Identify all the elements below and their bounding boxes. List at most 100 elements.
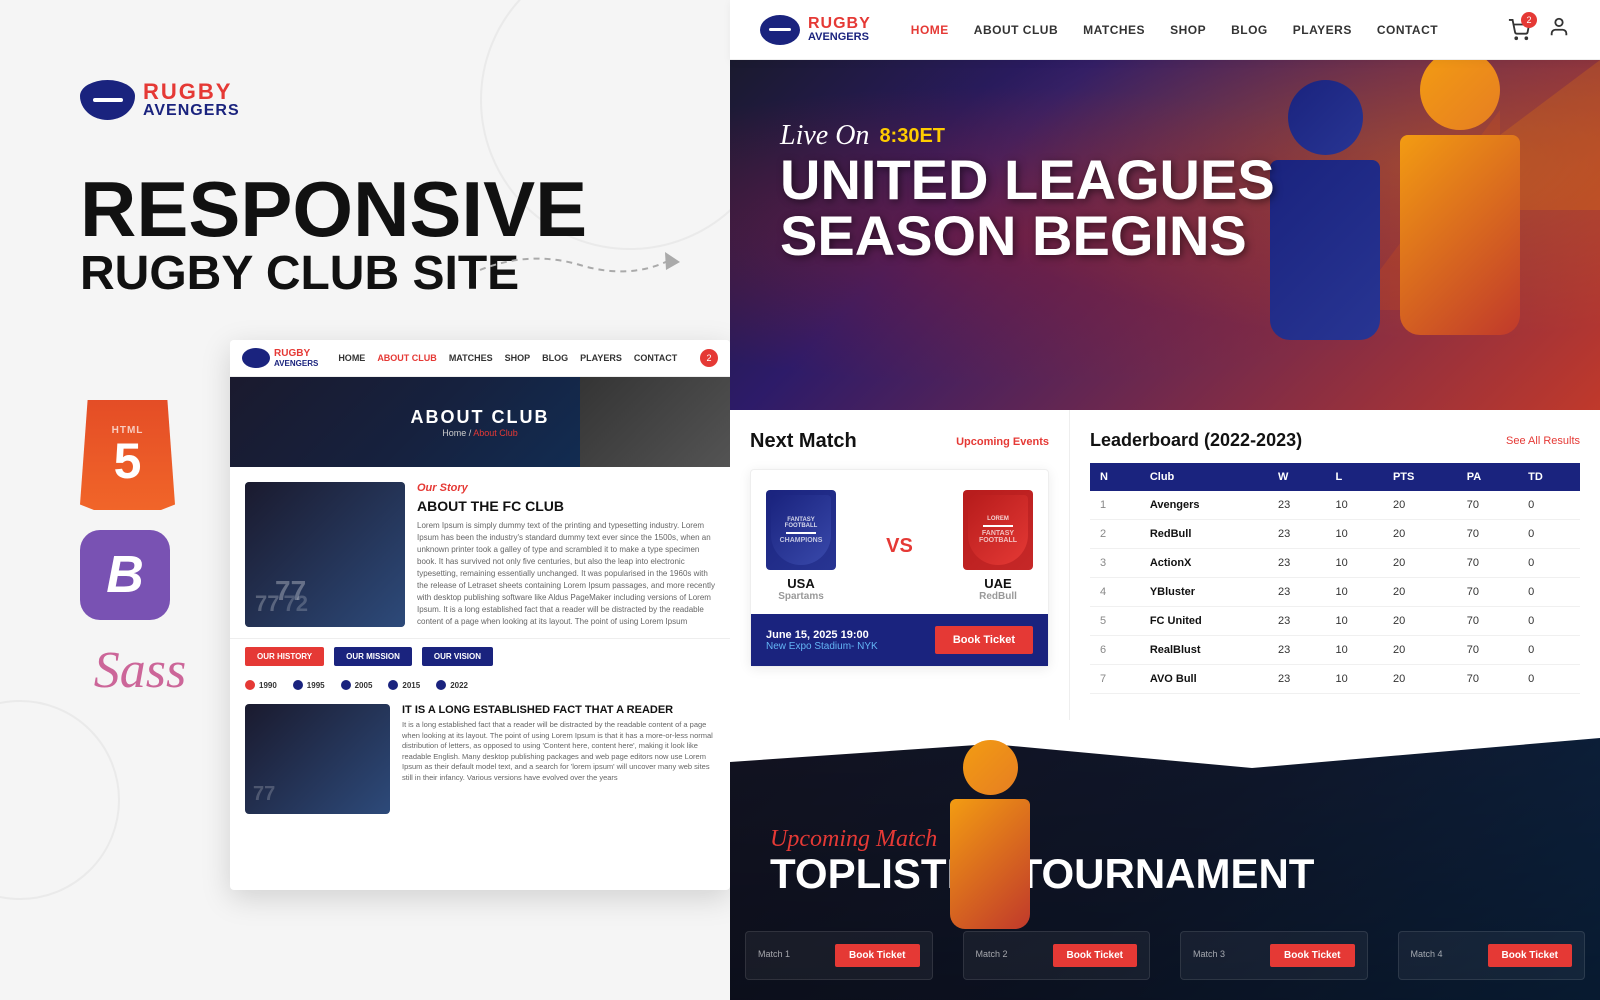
cell-pa: 70 <box>1457 665 1518 694</box>
sass-text: Sass <box>94 641 186 700</box>
mini-team-info-1: Match 1 <box>758 949 790 963</box>
left-panel: RUGBY AVENGERS RESPONSIVE RUGBY CLUB SIT… <box>0 0 730 1000</box>
player2-body <box>1270 160 1380 340</box>
match-datetime-venue: June 15, 2025 19:00 New Expo Stadium- NY… <box>766 629 878 652</box>
mini-team-info-3: Match 3 <box>1193 949 1225 963</box>
see-all-results-link[interactable]: See All Results <box>1506 435 1580 447</box>
history-image: 77 <box>245 704 390 814</box>
leaderboard-header: Leaderboard (2022-2023) See All Results <box>1090 430 1580 451</box>
our-story-label: Our Story <box>417 482 715 494</box>
about-hero-image <box>580 377 730 467</box>
nav-matches-small[interactable]: MATCHES <box>449 353 493 363</box>
table-row: 6 RealBlust 23 10 20 70 0 <box>1090 636 1580 665</box>
dot-2005 <box>341 680 351 690</box>
col-pts: PTS <box>1383 463 1457 491</box>
col-pa: PA <box>1457 463 1518 491</box>
nav-matches[interactable]: MATCHES <box>1083 23 1145 37</box>
mini-book-btn-3[interactable]: Book Ticket <box>1270 944 1355 967</box>
cell-n: 6 <box>1090 636 1140 665</box>
cell-w: 23 <box>1268 636 1325 665</box>
main-ball-icon <box>760 15 800 45</box>
about-hero-title: ABOUT CLUB <box>411 407 550 428</box>
hero-title: UNITED LEAGUES SEASON BEGINS <box>780 152 1275 264</box>
small-cart-icon[interactable]: 2 <box>700 349 718 367</box>
col-club: Club <box>1140 463 1268 491</box>
col-td: TD <box>1518 463 1580 491</box>
tab-our-vision[interactable]: OUR VISION <box>422 647 493 666</box>
mini-book-btn-1[interactable]: Book Ticket <box>835 944 920 967</box>
dot-1990 <box>245 680 255 690</box>
cell-l: 10 <box>1326 636 1383 665</box>
dp1-body <box>950 799 1030 929</box>
logo-rugby: RUGBY <box>143 81 240 103</box>
nav-home-small[interactable]: HOME <box>338 353 365 363</box>
nav-blog-small[interactable]: BLOG <box>542 353 568 363</box>
table-row: 1 Avengers 23 10 20 70 0 <box>1090 491 1580 520</box>
tech-icons-list: HTML 5 B Sass <box>80 400 200 700</box>
main-avengers-label: AVENGERS <box>808 32 871 43</box>
main-nav[interactable]: HOME ABOUT CLUB MATCHES SHOP BLOG PLAYER… <box>911 23 1438 37</box>
mini-team-info-2: Match 2 <box>976 949 1008 963</box>
cell-n: 5 <box>1090 607 1140 636</box>
hero-title-line1: UNITED LEAGUES <box>780 152 1275 208</box>
cell-club: Avengers <box>1140 491 1268 520</box>
cell-w: 23 <box>1268 491 1325 520</box>
book-ticket-button[interactable]: Book Ticket <box>935 626 1033 654</box>
mini-match-card-3: Match 3 Book Ticket <box>1180 931 1368 980</box>
main-rugby-label: RUGBY <box>808 16 871 32</box>
cell-l: 10 <box>1326 578 1383 607</box>
nav-players[interactable]: PLAYERS <box>1293 23 1352 37</box>
cell-td: 0 <box>1518 520 1580 549</box>
next-match-header: Next Match Upcoming Events <box>750 430 1049 453</box>
shield-divider <box>786 532 816 534</box>
nav-home[interactable]: HOME <box>911 23 949 37</box>
cart-button[interactable]: 2 <box>1505 16 1533 44</box>
nav-players-small[interactable]: PLAYERS <box>580 353 622 363</box>
main-logo: RUGBY AVENGERS <box>760 15 871 45</box>
about-tabs[interactable]: OUR HISTORY OUR MISSION OUR VISION <box>230 638 730 674</box>
nav-blog[interactable]: BLOG <box>1231 23 1268 37</box>
user-icon[interactable] <box>1548 16 1570 43</box>
cell-td: 0 <box>1518 607 1580 636</box>
table-row: 4 YBluster 23 10 20 70 0 <box>1090 578 1580 607</box>
cell-l: 10 <box>1326 607 1383 636</box>
nav-shop[interactable]: SHOP <box>1170 23 1206 37</box>
team1-shield: FANTASY FOOTBALL CHAMPIONS <box>766 490 836 570</box>
table-row: 3 ActionX 23 10 20 70 0 <box>1090 549 1580 578</box>
cell-w: 23 <box>1268 520 1325 549</box>
history-section: 77 IT IS A LONG ESTABLISHED FACT THAT A … <box>230 696 730 822</box>
about-club-title: ABOUT THE FC CLUB <box>417 498 715 514</box>
col-l: L <box>1326 463 1383 491</box>
user-svg-icon <box>1548 16 1570 38</box>
match-teams: FANTASY FOOTBALL CHAMPIONS USA Spartams … <box>766 490 1033 602</box>
small-nav[interactable]: HOME ABOUT CLUB MATCHES SHOP BLOG PLAYER… <box>338 353 677 363</box>
about-breadcrumb: Home / About Club <box>442 428 518 438</box>
timeline-1995: 1995 <box>293 680 325 690</box>
cell-td: 0 <box>1518 491 1580 520</box>
cell-pts: 20 <box>1383 607 1457 636</box>
nav-contact[interactable]: CONTACT <box>1377 23 1438 37</box>
cell-n: 3 <box>1090 549 1140 578</box>
player2-helmet <box>1288 80 1363 155</box>
cell-pts: 20 <box>1383 491 1457 520</box>
cell-pts: 20 <box>1383 578 1457 607</box>
mini-book-btn-2[interactable]: Book Ticket <box>1053 944 1138 967</box>
nav-shop-small[interactable]: SHOP <box>505 353 531 363</box>
team2-badge-top: LOREM <box>987 516 1009 522</box>
tab-our-history[interactable]: OUR HISTORY <box>245 647 324 666</box>
nav-about-small[interactable]: ABOUT CLUB <box>377 353 437 363</box>
mini-book-btn-4[interactable]: Book Ticket <box>1488 944 1573 967</box>
cell-n: 4 <box>1090 578 1140 607</box>
nav-contact-small[interactable]: CONTACT <box>634 353 677 363</box>
cell-pa: 70 <box>1457 549 1518 578</box>
match-date: June 15, 2025 19:00 <box>766 629 878 641</box>
small-ball-icon <box>242 348 270 368</box>
history-text: IT IS A LONG ESTABLISHED FACT THAT A REA… <box>402 704 715 814</box>
nav-about-club[interactable]: ABOUT CLUB <box>974 23 1058 37</box>
about-hero: ABOUT CLUB Home / About Club <box>230 377 730 467</box>
tab-our-mission[interactable]: OUR MISSION <box>334 647 412 666</box>
timeline-2022: 2022 <box>436 680 468 690</box>
dark-player-1 <box>930 740 1050 940</box>
upcoming-events-link[interactable]: Upcoming Events <box>956 436 1049 448</box>
timeline-2015: 2015 <box>388 680 420 690</box>
